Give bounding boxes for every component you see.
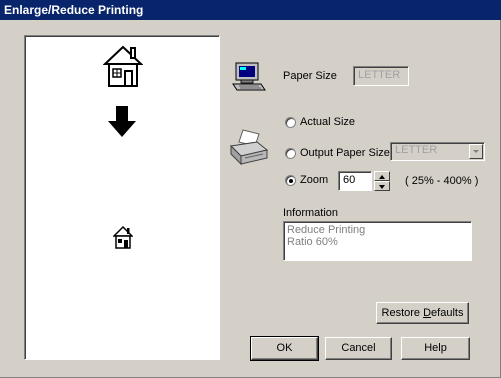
paper-size-value: LETTER [358,69,401,81]
help-button[interactable]: Help [401,337,470,360]
information-label: Information [283,207,339,219]
help-label: Help [424,342,447,354]
actual-size-label[interactable]: Actual Size [300,116,355,128]
information-line-2: Ratio 60% [287,236,338,248]
information-box: Reduce Printing Ratio 60% [283,221,472,261]
restore-defaults-button[interactable]: Restore Defaults [376,302,469,324]
ok-label: OK [276,342,293,354]
zoom-range-note: ( 25% - 400% ) [405,175,479,187]
output-paper-size-label[interactable]: Output Paper Size [300,147,390,159]
cancel-label: Cancel [341,342,376,354]
restore-defaults-suffix: efaults [431,307,464,319]
information-line-1: Reduce Printing [287,224,366,236]
restore-defaults-prefix: Restore [381,307,424,319]
zoom-value: 60 [343,174,356,186]
restore-defaults-accel: D [423,307,432,319]
zoom-radio[interactable] [285,175,296,186]
zoom-spinner[interactable] [374,171,390,191]
dropdown-arrow-icon[interactable] [469,144,483,159]
radio-selected-dot [289,179,293,183]
house-icon [113,226,133,249]
ok-button[interactable]: OK [250,336,319,361]
printer-icon [229,129,269,166]
title-bar: Enlarge/Reduce Printing [0,0,501,20]
computer-icon [232,62,266,91]
spin-up-icon[interactable] [374,171,390,181]
actual-size-radio[interactable] [285,117,296,128]
zoom-input[interactable]: 60 [338,171,372,191]
paper-size-field: LETTER [353,66,409,86]
output-paper-size-value: LETTER [395,144,438,156]
enlarge-reduce-dialog: Enlarge/Reduce Printing Paper Size LETTE… [0,0,501,378]
zoom-label[interactable]: Zoom [300,174,328,186]
output-paper-size-radio[interactable] [285,148,296,159]
preview-panel [24,35,220,360]
window-title: Enlarge/Reduce Printing [4,3,144,17]
output-paper-size-select[interactable]: LETTER [390,142,485,161]
cancel-button[interactable]: Cancel [325,337,392,360]
arrow-down-icon [108,106,136,137]
house-icon [103,45,143,87]
paper-size-label: Paper Size [283,70,337,82]
spin-down-icon[interactable] [374,181,390,191]
